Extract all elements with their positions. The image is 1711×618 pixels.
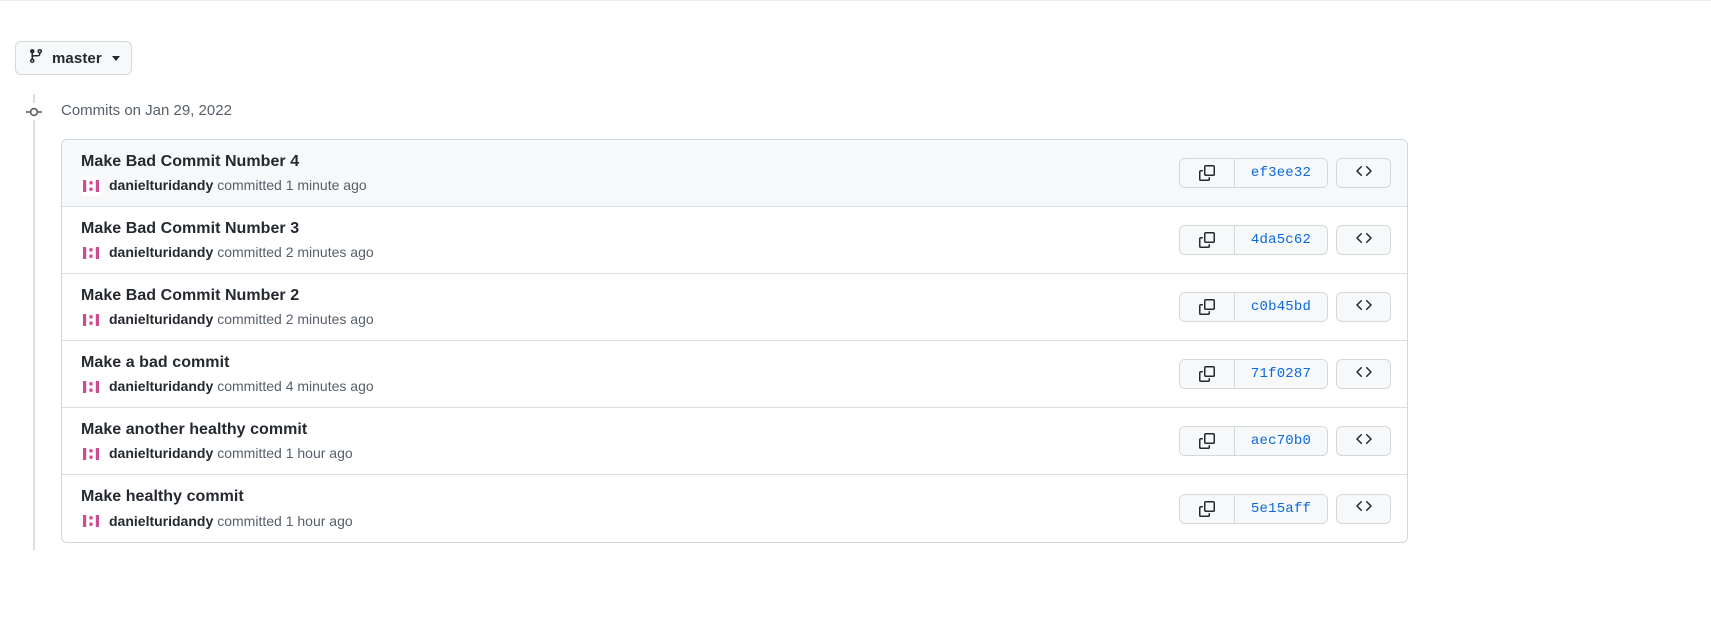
copy-icon[interactable] xyxy=(1180,427,1235,455)
commit-meta: danielturidandy committed 2 minutes ago xyxy=(81,309,1163,330)
commit-actions: aec70b0 xyxy=(1179,426,1391,456)
commit-info: Make a bad commit danielturidandy committe… xyxy=(81,352,1163,397)
commit-time: committed 2 minutes ago xyxy=(217,311,374,327)
avatar xyxy=(81,511,101,531)
commit-row[interactable]: Make Bad Commit Number 3 danielturidandy c… xyxy=(62,207,1407,274)
commit-time: committed 1 hour ago xyxy=(217,445,353,461)
commit-title[interactable]: Make another healthy commit xyxy=(81,419,1163,440)
commit-node-icon xyxy=(26,104,42,120)
browse-code-button[interactable] xyxy=(1336,426,1391,456)
commit-sha-link[interactable]: 71f0287 xyxy=(1235,360,1327,388)
code-angle-brackets-icon xyxy=(1355,364,1372,385)
branch-selector-bar: master xyxy=(15,41,132,75)
avatar xyxy=(81,309,101,330)
browse-code-button[interactable] xyxy=(1336,493,1391,524)
avatar xyxy=(81,242,101,263)
commit-sha-group: 5e15aff xyxy=(1179,493,1328,524)
commit-list: Make Bad Commit Number 4 danielturidandy c… xyxy=(61,139,1408,543)
commit-sha-link[interactable]: 5e15aff xyxy=(1235,494,1327,523)
commit-actions: 4da5c62 xyxy=(1179,225,1391,255)
git-branch-icon xyxy=(28,48,44,69)
commit-author[interactable]: danielturidandy xyxy=(109,310,213,329)
commit-info: Make another healthy commit danielturidan… xyxy=(81,419,1163,464)
commit-author[interactable]: danielturidandy xyxy=(109,377,213,396)
commit-actions: 5e15aff xyxy=(1179,493,1391,524)
avatar xyxy=(81,376,101,397)
commit-meta: danielturidandy committed 1 minute ago xyxy=(81,175,1163,196)
commit-row[interactable]: Make a bad commit danielturidandy committe… xyxy=(62,341,1407,408)
code-angle-brackets-icon xyxy=(1355,297,1372,318)
commit-actions: c0b45bd xyxy=(1179,292,1391,322)
commit-author[interactable]: danielturidandy xyxy=(109,243,213,262)
copy-icon[interactable] xyxy=(1180,494,1235,523)
commit-time: committed 1 hour ago xyxy=(217,512,353,529)
browse-code-button[interactable] xyxy=(1336,359,1391,389)
commit-sha-link[interactable]: aec70b0 xyxy=(1235,427,1327,455)
browse-code-button[interactable] xyxy=(1336,158,1391,188)
browse-code-button[interactable] xyxy=(1336,292,1391,322)
commit-time: committed 4 minutes ago xyxy=(217,378,374,394)
code-angle-brackets-icon xyxy=(1355,230,1372,251)
copy-icon[interactable] xyxy=(1180,226,1235,254)
avatar xyxy=(81,175,101,196)
commit-sha-link[interactable]: 4da5c62 xyxy=(1235,226,1327,254)
commit-sha-group: c0b45bd xyxy=(1179,292,1328,322)
commit-sha-group: 4da5c62 xyxy=(1179,225,1328,255)
commit-meta: danielturidandy committed 1 hour ago xyxy=(81,443,1163,464)
commit-sha-group: aec70b0 xyxy=(1179,426,1328,456)
commit-title[interactable]: Make a bad commit xyxy=(81,352,1163,373)
code-angle-brackets-icon xyxy=(1355,163,1372,184)
commits-date-header: Commits on Jan 29, 2022 xyxy=(61,102,232,119)
commit-author[interactable]: danielturidandy xyxy=(109,512,213,531)
top-divider xyxy=(0,0,1711,1)
commit-title[interactable]: Make Bad Commit Number 2 xyxy=(81,285,1163,306)
copy-icon[interactable] xyxy=(1180,360,1235,388)
copy-icon[interactable] xyxy=(1180,293,1235,321)
commit-time: committed 2 minutes ago xyxy=(217,244,374,260)
commit-row[interactable]: Make another healthy commit danielturidan… xyxy=(62,408,1407,475)
commit-meta: danielturidandy committed 4 minutes ago xyxy=(81,376,1163,397)
commit-info: Make Bad Commit Number 4 danielturidandy c… xyxy=(81,151,1163,196)
commit-title[interactable]: Make healthy commit xyxy=(81,486,1163,507)
commit-actions: ef3ee32 xyxy=(1179,158,1391,188)
commit-sha-link[interactable]: ef3ee32 xyxy=(1235,159,1327,187)
commit-meta: danielturidandy committed 2 minutes ago xyxy=(81,242,1163,263)
copy-icon[interactable] xyxy=(1180,159,1235,187)
branch-selector-button[interactable]: master xyxy=(15,41,132,75)
commit-info: Make healthy commit danielturidandy commit… xyxy=(81,486,1163,531)
branch-name-label: master xyxy=(52,49,102,67)
timeline-line xyxy=(33,120,35,550)
code-angle-brackets-icon xyxy=(1355,498,1372,519)
code-angle-brackets-icon xyxy=(1355,431,1372,452)
avatar xyxy=(81,443,101,464)
commit-author[interactable]: danielturidandy xyxy=(109,444,213,463)
commit-row[interactable]: Make Bad Commit Number 4 danielturidandy c… xyxy=(62,140,1407,207)
commits-page: master Commits on Jan 29, 2022 Make Bad … xyxy=(0,0,1711,618)
commit-meta: danielturidandy committed 1 hour ago xyxy=(81,511,1163,531)
timeline-line-stub xyxy=(33,94,35,103)
commit-sha-link[interactable]: c0b45bd xyxy=(1235,293,1327,321)
chevron-down-icon xyxy=(111,56,120,61)
commit-sha-group: 71f0287 xyxy=(1179,359,1328,389)
commit-info: Make Bad Commit Number 3 danielturidandy c… xyxy=(81,218,1163,263)
commit-title[interactable]: Make Bad Commit Number 4 xyxy=(81,151,1163,172)
commit-sha-group: ef3ee32 xyxy=(1179,158,1328,188)
commit-row[interactable]: Make Bad Commit Number 2 danielturidandy c… xyxy=(62,274,1407,341)
commit-author[interactable]: danielturidandy xyxy=(109,176,213,195)
commit-row[interactable]: Make healthy commit danielturidandy commit… xyxy=(62,475,1407,542)
commit-time: committed 1 minute ago xyxy=(217,177,367,193)
commit-actions: 71f0287 xyxy=(1179,359,1391,389)
commit-title[interactable]: Make Bad Commit Number 3 xyxy=(81,218,1163,239)
browse-code-button[interactable] xyxy=(1336,225,1391,255)
commit-info: Make Bad Commit Number 2 danielturidandy c… xyxy=(81,285,1163,330)
